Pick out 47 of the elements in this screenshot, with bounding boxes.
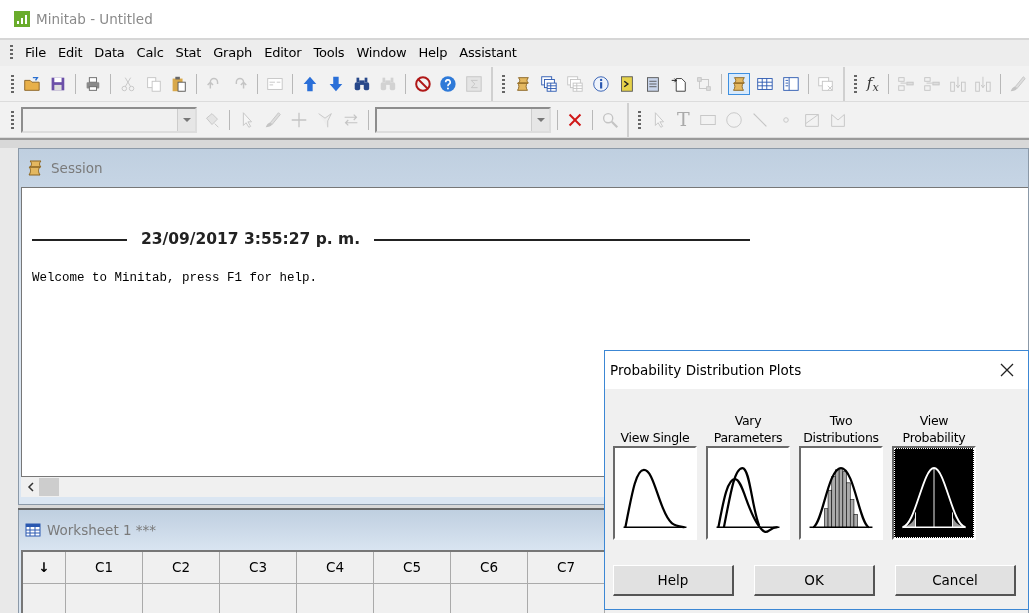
scroll-icon xyxy=(25,158,45,178)
column-header: C5 xyxy=(374,552,451,584)
combo-box[interactable] xyxy=(21,106,197,133)
menu-item[interactable]: File xyxy=(19,43,52,63)
column-header: C4 xyxy=(297,552,374,584)
option-label: Vary Parameters xyxy=(712,412,784,446)
dialog-title: Probability Distribution Plots xyxy=(610,360,802,380)
option-label: Two Distributions xyxy=(802,412,880,446)
window-title: Session xyxy=(51,158,103,178)
column-header: C1 xyxy=(66,552,143,584)
dialog-button[interactable]: Cancel xyxy=(895,565,1016,596)
plot-type-button[interactable] xyxy=(892,446,976,540)
plot-type-button[interactable] xyxy=(613,446,697,540)
menu-item[interactable]: Editor xyxy=(258,43,308,63)
option-label: View Single xyxy=(619,429,691,446)
dialog-button[interactable]: OK xyxy=(754,565,875,596)
dialog-button[interactable]: Help xyxy=(613,565,734,596)
column-header: C3 xyxy=(220,552,297,584)
plot-type-button[interactable] xyxy=(799,446,883,540)
menu-item[interactable]: Window xyxy=(350,43,413,63)
scrollbar-thumb[interactable] xyxy=(39,478,59,496)
menu-item[interactable]: Help xyxy=(412,43,454,63)
option-label: View Probability xyxy=(901,412,967,446)
app-logo-icon xyxy=(14,11,30,27)
worksheet-icon xyxy=(25,522,41,538)
plot-type-button[interactable] xyxy=(706,446,790,540)
combo-box[interactable] xyxy=(375,106,551,133)
menu-item[interactable]: Graph xyxy=(207,43,259,63)
menu-item[interactable]: Tools xyxy=(307,43,351,63)
caret-icon xyxy=(182,117,191,122)
scroll-icon[interactable] xyxy=(728,72,751,95)
column-header: C2 xyxy=(143,552,220,584)
row-header[interactable]: ↓ xyxy=(23,552,66,584)
window-title: Worksheet 1 *** xyxy=(47,520,157,540)
menu-item[interactable]: Stat xyxy=(169,43,208,63)
text-tool-button[interactable]: f$_{x}$ xyxy=(863,72,882,95)
window-title: Minitab - Untitled xyxy=(36,9,153,29)
close-icon[interactable] xyxy=(1000,363,1014,377)
session-text: Welcome to Minitab, press F1 for help. xyxy=(32,270,319,288)
menu-item[interactable]: Data xyxy=(88,43,131,63)
scroll-left-icon[interactable] xyxy=(27,482,35,492)
column-header: C6 xyxy=(451,552,528,584)
timestamp: 23/09/2017 3:55:27 p. m. xyxy=(141,229,361,250)
menu-item[interactable]: Assistant xyxy=(453,43,523,63)
caret-icon xyxy=(536,117,545,122)
menu-item[interactable]: Edit xyxy=(51,43,89,63)
menu-item[interactable]: Calc xyxy=(130,43,170,63)
